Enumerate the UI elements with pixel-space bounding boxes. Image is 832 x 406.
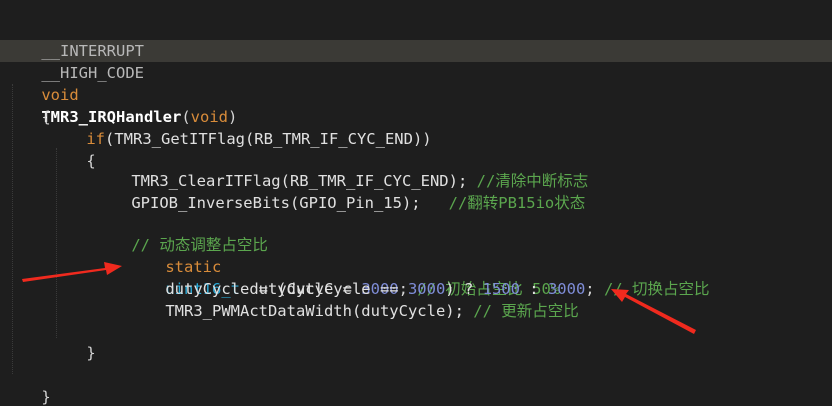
if-condition: (TMR3_GetITFlag(RB_TMR_IF_CYC_END)) xyxy=(105,130,432,148)
comment-toggle-duty: // 切换占空比 xyxy=(603,280,710,298)
code-line-10[interactable]: static uint16_t dutyCycle = 3000; // 初始占… xyxy=(128,234,560,298)
code-line-1[interactable]: __INTERRUPT xyxy=(4,18,144,60)
comment-toggle-pin: //翻转PB15io状态 xyxy=(448,194,586,212)
brace-close: } xyxy=(41,388,51,406)
code-line-2[interactable]: __HIGH_CODE xyxy=(4,40,144,82)
code-line-3[interactable]: void TMR3_IRQHandler(void) xyxy=(4,62,237,126)
code-line-6[interactable]: { xyxy=(49,128,95,170)
code-line-4[interactable]: { xyxy=(4,84,50,126)
inverse-bits-call: GPIOB_InverseBits(GPIO_Pin_15); xyxy=(131,194,449,212)
code-line-8[interactable]: GPIOB_InverseBits(GPIO_Pin_15); //翻转PB15… xyxy=(94,170,585,212)
code-line-7[interactable]: TMR3_ClearITFlag(RB_TMR_IF_CYC_END); //清… xyxy=(94,148,588,190)
code-line-11[interactable]: dutyCycle = (dutyCycle == 3000) ? 1500 :… xyxy=(128,256,709,298)
pwm-width-call: TMR3_PWMActDataWidth(dutyCycle); xyxy=(165,302,474,320)
code-line-13[interactable]: } xyxy=(49,320,95,362)
code-editor[interactable]: __INTERRUPT __HIGH_CODE void TMR3_IRQHan… xyxy=(0,0,832,406)
code-line-12[interactable]: TMR3_PWMActDataWidth(dutyCycle); // 更新占空… xyxy=(128,278,578,320)
code-line-5[interactable]: if(TMR3_GetITFlag(RB_TMR_IF_CYC_END)) xyxy=(49,106,431,148)
semicolon-2: ; xyxy=(585,280,604,298)
code-line-14[interactable]: } xyxy=(4,364,50,406)
brace-close-inner: } xyxy=(86,344,96,362)
code-line-9[interactable]: // 动态调整占空比 xyxy=(94,212,268,254)
comment-update-duty: // 更新占空比 xyxy=(473,302,579,320)
